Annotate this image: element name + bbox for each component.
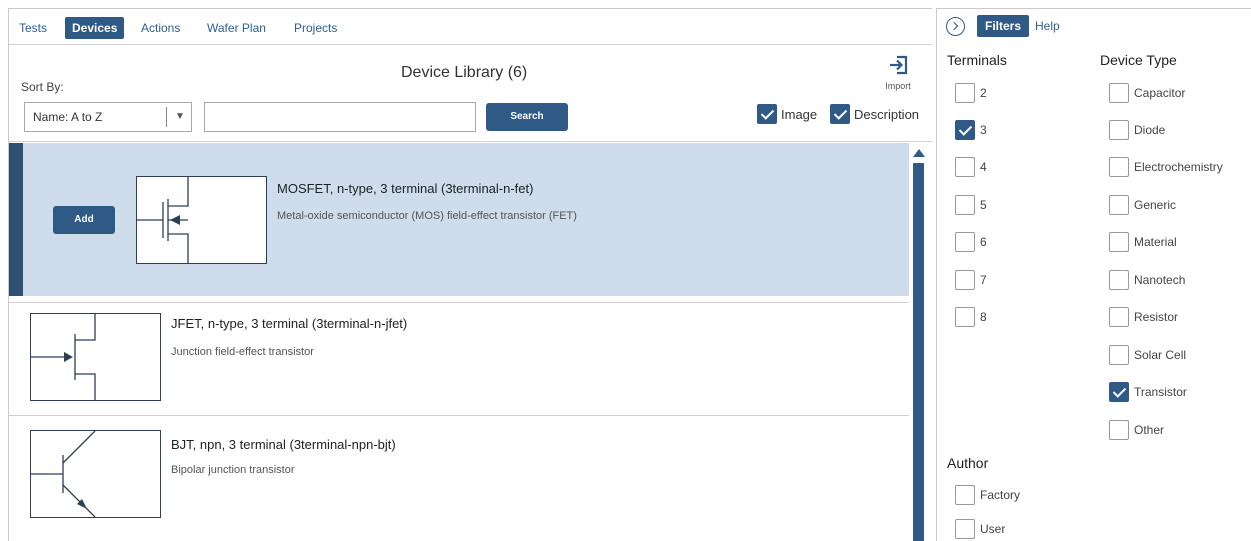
checkbox[interactable]: [1109, 420, 1129, 440]
list-item-mosfet[interactable]: Add MOSFET, n-type, 3 terminal (3termina…: [9, 143, 909, 296]
device-description: Junction field-effect transistor: [171, 346, 314, 358]
tab-actions[interactable]: Actions: [141, 17, 180, 39]
scrollbar-thumb[interactable]: [913, 163, 924, 541]
device-type-filter-label: Generic: [1134, 198, 1177, 212]
jfet-symbol-icon: [31, 314, 96, 400]
main-tab-bar: Tests Devices Actions Wafer Plan Project…: [9, 9, 932, 45]
device-type-heading: Device Type: [1100, 52, 1177, 68]
checkbox[interactable]: [955, 519, 975, 539]
tab-help[interactable]: Help: [1035, 15, 1060, 37]
device-name: BJT, npn, 3 terminal (3terminal-npn-bjt): [171, 437, 396, 452]
device-description: Metal-oxide semiconductor (MOS) field-ef…: [277, 210, 577, 222]
checkbox[interactable]: [1109, 120, 1129, 140]
terminal-filter-label: 2: [980, 86, 987, 100]
page-title: Device Library (6): [401, 64, 528, 81]
author-heading: Author: [947, 455, 989, 471]
device-type-filter-label: Resistor: [1134, 310, 1179, 324]
checkbox[interactable]: [955, 120, 975, 140]
tab-filters[interactable]: Filters: [977, 15, 1030, 37]
terminal-filter-label: 3: [980, 123, 987, 137]
terminal-filter-label: 7: [980, 273, 987, 287]
checkbox[interactable]: [955, 270, 975, 290]
chevron-right-icon[interactable]: [946, 17, 965, 36]
checkbox[interactable]: [1109, 270, 1129, 290]
device-library-panel: Tests Devices Actions Wafer Plan Project…: [8, 8, 932, 541]
image-checkbox-label: Image: [781, 107, 818, 122]
filters-panel: Filters Help Terminals 2 3 4 5 6 7 8 Dev…: [936, 8, 1251, 541]
device-type-filter-label: Capacitor: [1134, 86, 1186, 100]
import-label: Import: [885, 81, 911, 91]
mosfet-symbol-icon: [137, 177, 189, 263]
checkbox[interactable]: [1109, 345, 1129, 365]
description-checkbox-label: Description: [854, 107, 920, 122]
terminal-filter-label: 4: [980, 160, 987, 174]
selection-indicator: [9, 143, 23, 296]
sort-label: Sort By:: [21, 80, 64, 94]
add-button[interactable]: Add: [53, 206, 115, 234]
checkbox[interactable]: [955, 307, 975, 327]
checkbox[interactable]: [955, 83, 975, 103]
checkbox[interactable]: [1109, 307, 1129, 327]
import-button[interactable]: Import: [875, 54, 921, 100]
checkbox[interactable]: [955, 485, 975, 505]
device-description: Bipolar junction transistor: [171, 464, 295, 476]
author-filter-label: User: [980, 522, 1006, 536]
device-type-filter-label: Electrochemistry: [1134, 160, 1223, 174]
jfet-schematic-image: [30, 313, 161, 401]
terminal-filter-label: 5: [980, 198, 987, 212]
device-type-filter-label: Other: [1134, 423, 1165, 437]
chevron-down-icon[interactable]: ▼: [175, 103, 185, 131]
tab-devices[interactable]: Devices: [65, 17, 125, 39]
scroll-up-icon[interactable]: [913, 149, 925, 157]
library-toolbar: Device Library (6) Sort By: Name: A to Z…: [9, 46, 932, 142]
device-name: JFET, n-type, 3 terminal (3terminal-n-jf…: [171, 316, 408, 331]
checkbox[interactable]: [955, 195, 975, 215]
checkbox[interactable]: [955, 232, 975, 252]
device-type-filter-label: Nanotech: [1134, 273, 1186, 287]
bjt-schematic-image: [30, 430, 161, 518]
search-input[interactable]: [204, 102, 476, 132]
import-icon: [890, 55, 908, 75]
dropdown-divider: [166, 107, 167, 127]
device-list: Add MOSFET, n-type, 3 terminal (3termina…: [9, 143, 909, 541]
checkbox[interactable]: [1109, 232, 1129, 252]
terminal-filter-label: 6: [980, 235, 987, 249]
bjt-symbol-icon: [31, 430, 96, 518]
list-item-bjt[interactable]: BJT, npn, 3 terminal (3terminal-npn-bjt)…: [9, 415, 909, 541]
tab-wafer-plan[interactable]: Wafer Plan: [207, 17, 266, 39]
image-checkbox[interactable]: [757, 104, 777, 124]
terminals-heading: Terminals: [947, 52, 1007, 68]
sort-value: Name: A to Z: [33, 110, 103, 124]
device-name: MOSFET, n-type, 3 terminal (3terminal-n-…: [277, 181, 534, 196]
tab-tests[interactable]: Tests: [19, 17, 47, 39]
device-type-filter-label: Solar Cell: [1134, 348, 1187, 362]
device-type-filter-label: Transistor: [1134, 385, 1187, 399]
checkbox[interactable]: [1109, 83, 1129, 103]
terminal-filter-label: 8: [980, 310, 987, 324]
checkbox[interactable]: [1109, 382, 1129, 402]
description-checkbox[interactable]: [830, 104, 850, 124]
device-type-filter-label: Material: [1134, 235, 1177, 249]
checkbox[interactable]: [955, 157, 975, 177]
tab-projects[interactable]: Projects: [294, 17, 337, 39]
device-type-filter-label: Diode: [1134, 123, 1166, 137]
scrollbar[interactable]: [912, 149, 926, 541]
checkbox[interactable]: [1109, 195, 1129, 215]
mosfet-schematic-image: [136, 176, 267, 264]
checkbox[interactable]: [1109, 157, 1129, 177]
list-item-jfet[interactable]: JFET, n-type, 3 terminal (3terminal-n-jf…: [9, 302, 909, 412]
sort-dropdown[interactable]: Name: A to Z ▼: [24, 102, 192, 132]
author-filter-label: Factory: [980, 488, 1021, 502]
search-button[interactable]: Search: [486, 103, 568, 131]
